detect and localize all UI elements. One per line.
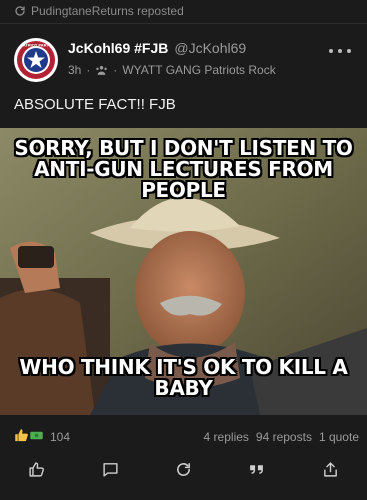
like-icon [29, 461, 45, 477]
quotes-count[interactable]: 1 quote [319, 430, 359, 444]
post-time[interactable]: 3h [68, 63, 81, 77]
meme-bottom-line: WHO THINK IT'S OK TO KILL A [19, 355, 348, 379]
stats-counts: 4 replies 94 reposts 1 quote [204, 430, 359, 444]
reply-icon [102, 462, 118, 477]
repost-header[interactable]: PudingtaneReturns reposted [0, 0, 367, 22]
meme-top-line: PEOPLE [141, 178, 226, 202]
group-name[interactable]: WYATT GANG Patriots Rock [122, 63, 275, 77]
author-row: JcKohl69 #FJB @JcKohl69 [68, 40, 246, 56]
action-bar [0, 456, 367, 482]
group-icon [96, 65, 108, 75]
more-icon [329, 49, 333, 53]
quote-button[interactable] [239, 457, 275, 481]
post-header: PATRIOT PARTY JcKohl69 #FJB @JcKohl69 3h… [14, 38, 359, 86]
author-handle[interactable]: @JcKohl69 [174, 40, 246, 56]
engagement-stats: 104 4 replies 94 reposts 1 quote [14, 428, 359, 446]
meme-top-line: ANTI-GUN LECTURES FROM [34, 157, 333, 181]
repost-icon [177, 462, 190, 476]
reply-button[interactable] [92, 457, 128, 481]
meme-top-line: SORRY, BUT I DON'T LISTEN TO [14, 136, 353, 160]
meme-bottom-line: BABY [154, 376, 213, 400]
reactions[interactable]: 104 [14, 428, 70, 446]
meme-bottom-text: WHO THINK IT'S OK TO KILL A BABY [0, 357, 367, 399]
divider [0, 23, 367, 24]
repost-text: PudingtaneReturns reposted [31, 4, 184, 18]
thumbs-up-emoji-icon [14, 428, 29, 446]
post-meta: 3h · · WYATT GANG Patriots Rock [68, 63, 276, 77]
post-text: ABSOLUTE FACT!! FJB [14, 96, 176, 113]
author-name[interactable]: JcKohl69 #FJB [68, 40, 168, 56]
reaction-count: 104 [50, 430, 71, 444]
meme-image[interactable]: SORRY, BUT I DON'T LISTEN TO ANTI-GUN LE… [0, 128, 367, 415]
reposts-count[interactable]: 94 reposts [256, 430, 312, 444]
repost-icon [15, 6, 25, 16]
quote-icon [250, 464, 264, 474]
avatar-logo-text: PATRIOT PARTY [20, 43, 52, 48]
replies-count[interactable]: 4 replies [204, 430, 249, 444]
meta-separator: · [113, 63, 118, 77]
share-icon [323, 461, 337, 477]
repost-button[interactable] [165, 457, 201, 481]
more-options-button[interactable] [329, 44, 351, 58]
avatar[interactable]: PATRIOT PARTY [14, 38, 58, 82]
like-button[interactable] [19, 457, 55, 481]
meme-top-text: SORRY, BUT I DON'T LISTEN TO ANTI-GUN LE… [0, 138, 367, 201]
share-button[interactable] [312, 457, 348, 481]
meta-separator: · [86, 63, 91, 77]
money-emoji-icon [29, 428, 44, 446]
